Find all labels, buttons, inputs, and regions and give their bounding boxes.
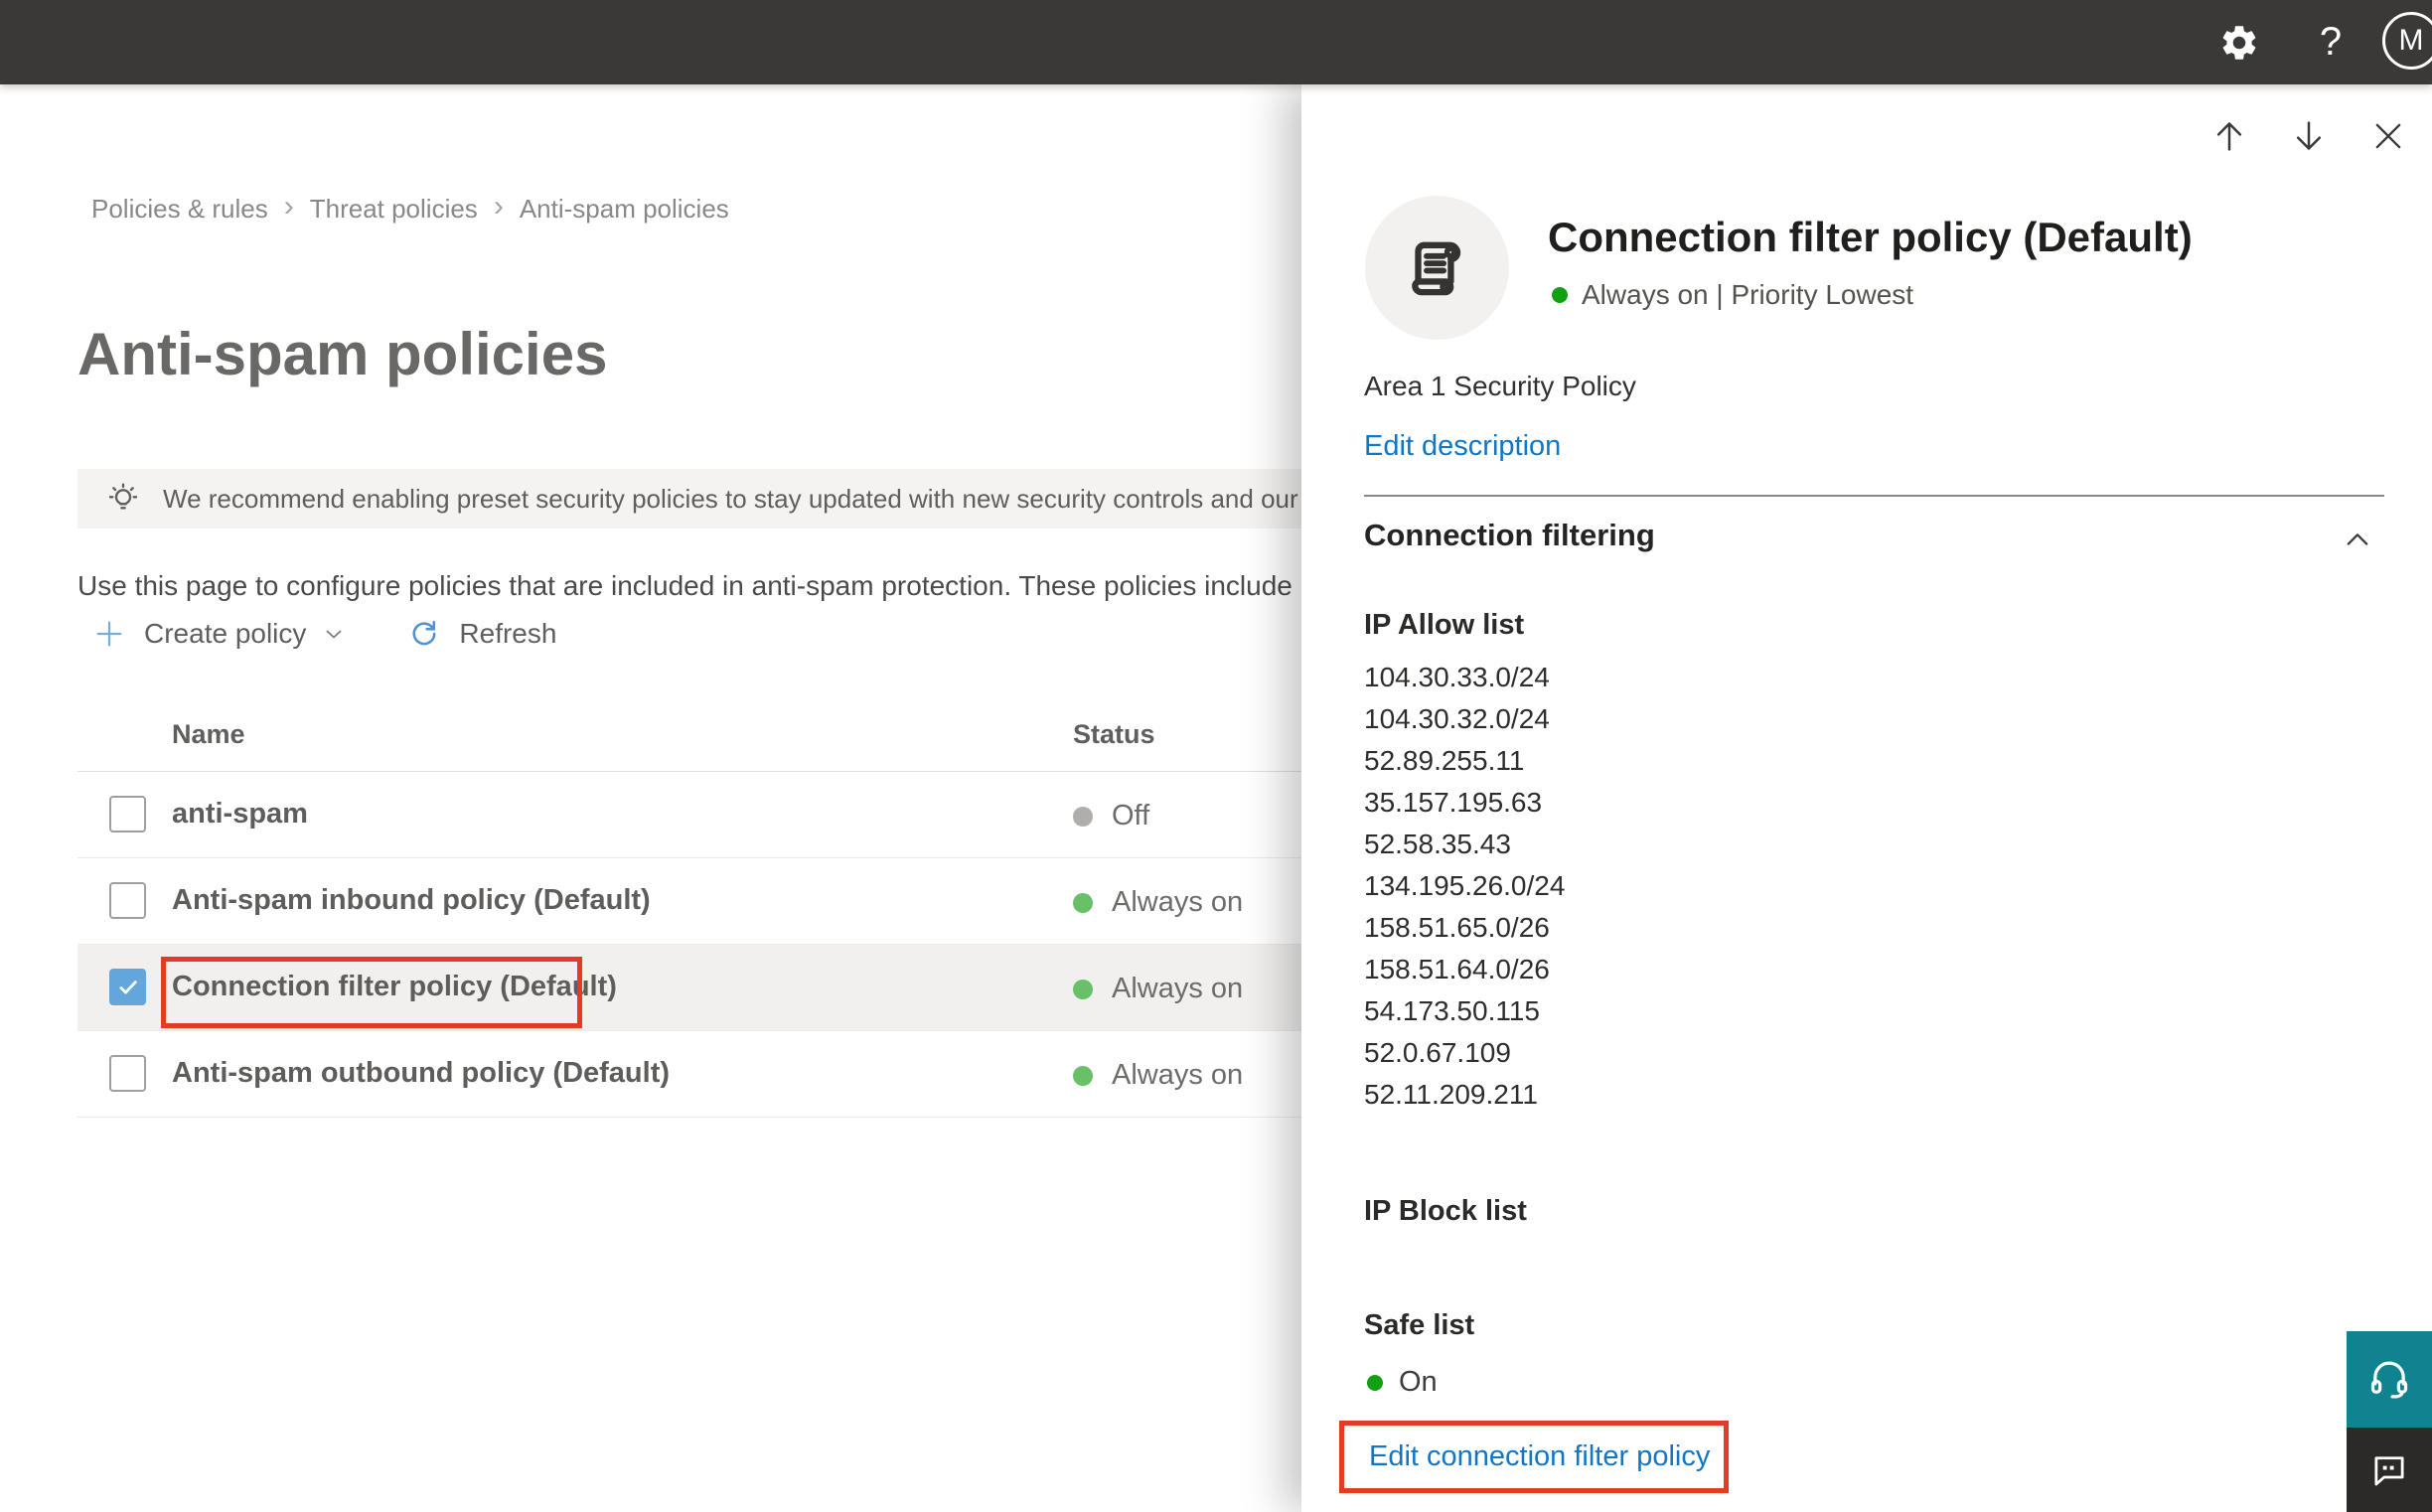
command-bar: Create policy Refresh bbox=[92, 604, 556, 664]
app-top-bar: ? M bbox=[0, 0, 2432, 84]
panel-status: Always on | Priority Lowest bbox=[1552, 279, 1913, 311]
check-icon bbox=[115, 975, 141, 1000]
row-checkbox[interactable] bbox=[109, 796, 146, 832]
ip-entry: 104.30.33.0/24 bbox=[1364, 662, 1550, 692]
status-dot-on bbox=[1552, 287, 1568, 303]
breadcrumb-separator-icon: › bbox=[493, 190, 504, 223]
previous-item-button[interactable] bbox=[2207, 114, 2251, 158]
status-badge: Always on bbox=[1073, 886, 1243, 919]
ip-entry: 104.30.32.0/24 bbox=[1364, 703, 1550, 734]
status-dot-on bbox=[1073, 979, 1093, 999]
policy-details-panel: Connection filter policy (Default) Alway… bbox=[1301, 84, 2432, 1512]
ip-entry: 134.195.26.0/24 bbox=[1364, 870, 1566, 901]
chevron-down-icon bbox=[322, 622, 346, 646]
policy-description: Area 1 Security Policy bbox=[1364, 371, 1636, 401]
support-button[interactable] bbox=[2347, 1331, 2432, 1428]
refresh-icon bbox=[407, 617, 441, 651]
help-button[interactable]: ? bbox=[2303, 0, 2358, 84]
account-avatar[interactable]: M bbox=[2382, 12, 2432, 70]
section-connection-filtering: Connection filtering bbox=[1364, 518, 1655, 552]
edit-connection-filter-policy-link[interactable]: Edit connection filter policy bbox=[1369, 1440, 1710, 1473]
page-title: Anti-spam policies bbox=[77, 321, 608, 387]
status-dot-on bbox=[1073, 1065, 1093, 1086]
row-checkbox[interactable] bbox=[109, 882, 146, 919]
status-badge: Always on bbox=[1073, 1059, 1243, 1092]
status-dot-on bbox=[1367, 1374, 1383, 1391]
policy-table: Name Status anti-spam Off Anti-spam inbo… bbox=[77, 701, 1301, 1118]
breadcrumb: Policies & rules › Threat policies › Ant… bbox=[91, 190, 729, 226]
lightbulb-icon bbox=[103, 479, 143, 519]
edit-description-link[interactable]: Edit description bbox=[1364, 430, 1561, 463]
policy-name[interactable]: Anti-spam outbound policy (Default) bbox=[172, 1057, 670, 1090]
red-annotation-box: Edit connection filter policy bbox=[1339, 1421, 1729, 1493]
arrow-down-icon bbox=[2289, 116, 2329, 156]
policy-type-avatar bbox=[1365, 196, 1509, 340]
safe-list-status: On bbox=[1367, 1366, 1438, 1399]
row-checkbox-checked[interactable] bbox=[109, 969, 146, 1005]
table-row[interactable]: anti-spam Off bbox=[77, 772, 1301, 858]
row-checkbox[interactable] bbox=[109, 1055, 146, 1092]
ip-entry: 35.157.195.63 bbox=[1364, 787, 1543, 818]
ip-allow-list-heading: IP Allow list bbox=[1364, 609, 1525, 641]
table-header: Name Status bbox=[77, 701, 1301, 772]
column-header-status[interactable]: Status bbox=[1073, 719, 1155, 750]
status-dot-off bbox=[1073, 806, 1093, 827]
table-row-selected[interactable]: Connection filter policy (Default) Alway… bbox=[77, 945, 1301, 1031]
ip-entry: 52.89.255.11 bbox=[1364, 745, 1525, 776]
settings-button[interactable] bbox=[2211, 0, 2267, 84]
breadcrumb-policies-rules[interactable]: Policies & rules bbox=[91, 194, 268, 225]
help-icon: ? bbox=[2319, 20, 2343, 64]
ip-allow-list: 104.30.33.0/24 104.30.32.0/24 52.89.255.… bbox=[1364, 657, 1565, 1116]
chevron-up-icon[interactable] bbox=[2341, 524, 2374, 557]
close-icon bbox=[2369, 117, 2407, 155]
ip-entry: 158.51.64.0/26 bbox=[1364, 954, 1550, 984]
ip-entry: 54.173.50.115 bbox=[1364, 995, 1540, 1026]
feedback-icon bbox=[2368, 1449, 2410, 1491]
create-policy-label: Create policy bbox=[144, 618, 307, 649]
status-dot-on bbox=[1073, 892, 1093, 913]
close-panel-button[interactable] bbox=[2366, 114, 2410, 158]
breadcrumb-separator-icon: › bbox=[283, 190, 294, 223]
status-badge: Off bbox=[1073, 800, 1149, 832]
ip-entry: 52.58.35.43 bbox=[1364, 829, 1511, 859]
headset-icon bbox=[2366, 1357, 2412, 1403]
ip-entry: 158.51.65.0/26 bbox=[1364, 912, 1550, 943]
arrow-up-icon bbox=[2209, 116, 2249, 156]
breadcrumb-anti-spam-policies[interactable]: Anti-spam policies bbox=[520, 194, 729, 225]
avatar-initial: M bbox=[2398, 24, 2424, 57]
policy-name[interactable]: anti-spam bbox=[172, 798, 308, 831]
plus-icon bbox=[92, 617, 126, 651]
next-item-button[interactable] bbox=[2287, 114, 2331, 158]
ip-block-list-heading: IP Block list bbox=[1364, 1195, 1527, 1227]
refresh-label: Refresh bbox=[459, 618, 557, 649]
create-policy-button[interactable]: Create policy bbox=[92, 617, 346, 651]
safe-list-heading: Safe list bbox=[1364, 1309, 1475, 1341]
column-header-name[interactable]: Name bbox=[172, 719, 245, 750]
refresh-button[interactable]: Refresh bbox=[407, 617, 556, 651]
table-row[interactable]: Anti-spam outbound policy (Default) Alwa… bbox=[77, 1031, 1301, 1118]
breadcrumb-threat-policies[interactable]: Threat policies bbox=[310, 194, 478, 225]
banner-text: We recommend enabling preset security po… bbox=[163, 483, 1414, 514]
panel-navigation bbox=[2207, 114, 2410, 158]
status-badge: Always on bbox=[1073, 973, 1243, 1005]
table-row[interactable]: Anti-spam inbound policy (Default) Alway… bbox=[77, 858, 1301, 945]
policy-name[interactable]: Anti-spam inbound policy (Default) bbox=[172, 884, 651, 917]
ip-entry: 52.0.67.109 bbox=[1364, 1037, 1511, 1068]
ip-entry: 52.11.209.211 bbox=[1364, 1079, 1538, 1110]
divider bbox=[1364, 495, 2384, 497]
feedback-button[interactable] bbox=[2347, 1428, 2432, 1512]
scroll-icon bbox=[1399, 229, 1476, 307]
panel-title: Connection filter policy (Default) bbox=[1548, 214, 2193, 260]
gear-icon bbox=[2218, 22, 2260, 64]
page-description: Use this page to configure policies that… bbox=[77, 570, 1292, 601]
policy-name[interactable]: Connection filter policy (Default) bbox=[172, 971, 617, 1003]
